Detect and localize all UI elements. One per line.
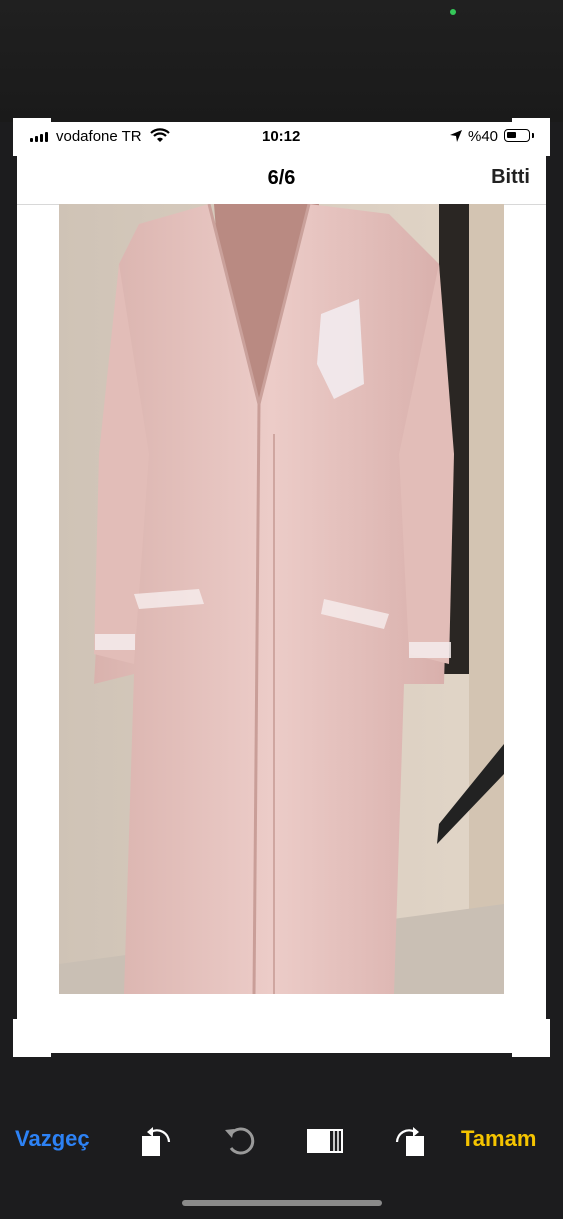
carrier-label: vodafone TR — [56, 128, 142, 145]
battery-icon — [504, 129, 534, 142]
camera-indicator-icon — [450, 9, 456, 15]
done-button[interactable]: Bitti — [491, 166, 530, 189]
rotate-left-icon[interactable] — [137, 1120, 177, 1160]
image-counter: 6/6 — [267, 167, 296, 189]
viewer-nav-bar: 6/6 Bitti — [17, 152, 546, 205]
clock: 10:12 — [262, 128, 301, 145]
crop-frame[interactable]: vodafone TR 10:12 %40 6/6 Bitti — [13, 118, 550, 1057]
rotate-right-icon[interactable] — [389, 1120, 429, 1160]
crop-handle-bottom-left[interactable] — [13, 1019, 51, 1057]
crop-handle-bottom-right[interactable] — [512, 1019, 550, 1057]
cancel-button[interactable]: Vazgeç — [15, 1126, 90, 1152]
edit-toolbar: Vazgeç Tamam — [0, 1100, 563, 1180]
aspect-ratio-icon[interactable] — [305, 1120, 345, 1160]
reset-rotation-icon[interactable] — [221, 1120, 261, 1160]
home-indicator[interactable] — [182, 1200, 382, 1206]
ok-button[interactable]: Tamam — [461, 1126, 536, 1152]
battery-percent: %40 — [468, 128, 499, 145]
status-bar: vodafone TR 10:12 %40 — [17, 122, 546, 152]
wifi-icon — [150, 128, 170, 142]
location-arrow-icon — [450, 130, 462, 142]
signal-icon — [30, 132, 48, 142]
pink-robe-photo — [59, 204, 504, 994]
top-dark-band — [0, 0, 563, 122]
robe-illustration — [59, 204, 504, 994]
